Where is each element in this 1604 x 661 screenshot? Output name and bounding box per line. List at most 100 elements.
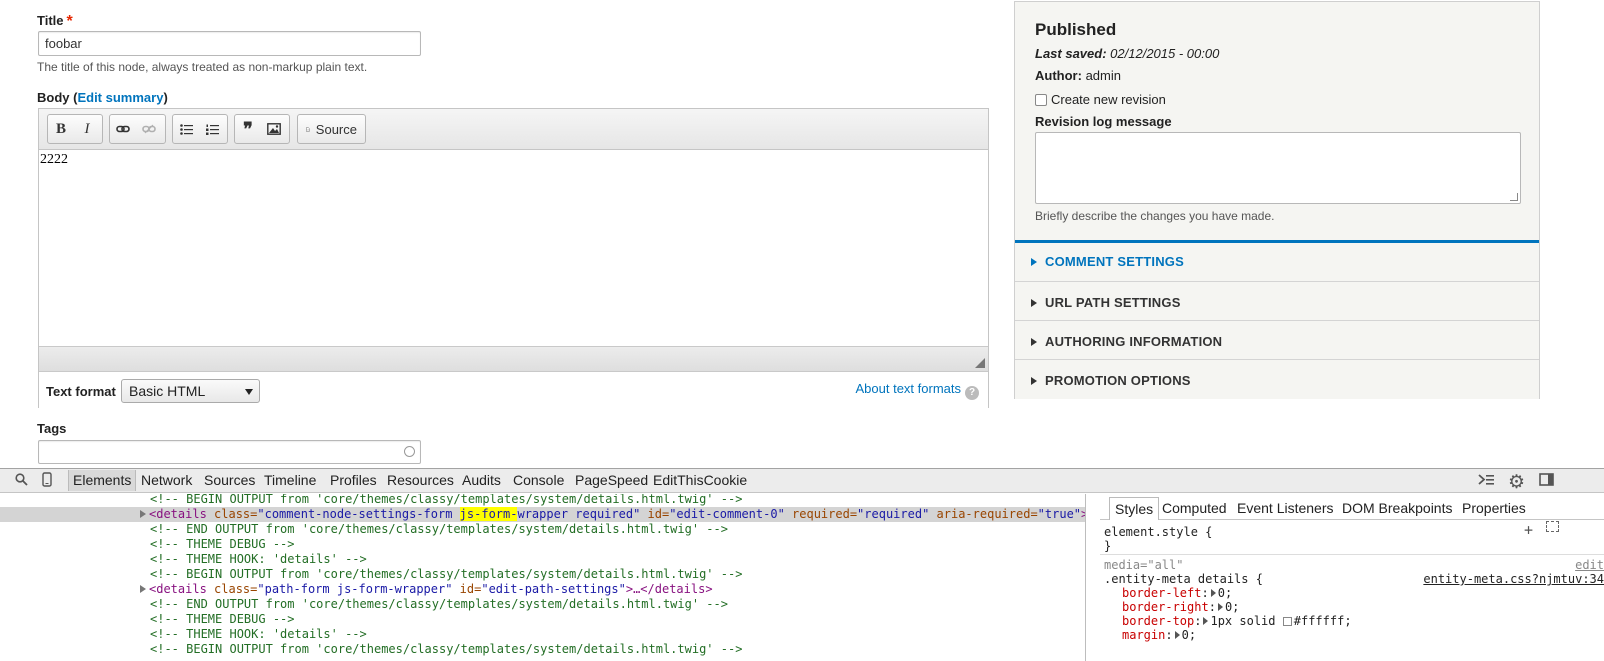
toolbar-group-link [109,114,166,144]
dom-line-selected[interactable]: <details class="comment-node-settings-fo… [0,507,1085,522]
tab-elements[interactable]: Elements [68,470,137,491]
dom-line[interactable]: <!-- BEGIN OUTPUT from 'core/themes/clas… [0,494,1085,507]
body-editor: B I ❞ Source 2222 Text format Basic HTML… [38,108,989,408]
tab-resources[interactable]: Resources [387,472,454,488]
tab-timeline[interactable]: Timeline [264,472,316,488]
dom-line[interactable]: <!-- THEME HOOK: 'details' --> [0,627,1085,642]
tab-styles[interactable]: Styles [1109,497,1160,520]
console-drawer-icon[interactable] [1478,473,1495,489]
image-button[interactable] [261,115,287,143]
bulleted-list-button[interactable] [173,115,199,143]
toolbar-group-format: B I [47,114,103,144]
style-property[interactable]: border-right: 0; [1122,600,1239,614]
create-revision-checkbox[interactable] [1035,94,1047,106]
tab-network[interactable]: Network [141,472,192,488]
style-property[interactable]: margin: 0; [1122,628,1196,642]
unlink-icon [142,124,156,134]
search-icon[interactable] [15,473,28,489]
color-swatch-icon[interactable] [1282,617,1292,626]
tags-input[interactable] [38,440,421,464]
about-text-formats-link[interactable]: About text formats [856,381,962,396]
publish-status: Published [1035,20,1117,39]
tab-profiles[interactable]: Profiles [330,472,377,488]
expand-triangle-icon[interactable] [1217,603,1223,611]
tab-pagespeed[interactable]: PageSpeed [575,472,648,488]
author-label: Author: [1035,68,1082,83]
text-format-select[interactable]: Basic HTML [121,379,260,403]
dom-line[interactable]: <!-- BEGIN OUTPUT from 'core/themes/clas… [0,642,1085,657]
tab-sources[interactable]: Sources [204,472,255,488]
edit-summary-link[interactable]: Edit summary [77,90,163,105]
create-revision-label[interactable]: Create new revision [1051,92,1166,107]
styles-pane: Styles Computed Event Listeners DOM Brea… [1100,494,1604,661]
italic-button[interactable]: I [74,115,100,143]
revision-log-label: Revision log message [1035,114,1172,129]
tab-properties[interactable]: Properties [1462,500,1526,516]
details-url-path-settings[interactable]: URL PATH SETTINGS [1015,281,1539,321]
triangle-right-icon [1031,338,1037,346]
about-text-formats: About text formats? [856,381,979,400]
dock-side-icon[interactable] [1539,473,1554,489]
source-icon [306,126,310,132]
revision-log-textarea[interactable] [1035,132,1521,204]
expand-triangle-icon[interactable] [140,510,146,518]
style-property[interactable]: border-top: 1px solid #ffffff; [1122,614,1352,628]
title-description: The title of this node, always treated a… [37,60,368,74]
chevron-down-icon [245,389,253,395]
dom-line[interactable]: <!-- END OUTPUT from 'core/themes/classy… [0,597,1085,612]
author: Author: admin [1035,68,1121,83]
last-saved-value: 02/12/2015 - 00:00 [1110,46,1220,61]
tab-computed[interactable]: Computed [1162,500,1227,516]
dom-line[interactable]: <!-- THEME HOOK: 'details' --> [0,552,1085,567]
dom-line[interactable]: <!-- THEME DEBUG --> [0,537,1085,552]
expand-triangle-icon[interactable] [1174,631,1180,639]
details-promotion-options[interactable]: PROMOTION OPTIONS [1015,359,1539,399]
url-path-settings-label: URL PATH SETTINGS [1045,295,1181,310]
edit-stylesheet-link[interactable]: edit [1575,558,1604,572]
tags-label: Tags [37,421,67,436]
authoring-information-label: AUTHORING INFORMATION [1045,334,1223,349]
add-style-rule-icon[interactable]: + [1524,521,1533,539]
stylesheet-source-link[interactable]: entity-meta.css?njmtuv:34 [1423,572,1604,586]
required-mark: * [66,13,73,30]
title-input[interactable]: foobar [38,31,421,56]
expand-triangle-icon[interactable] [140,585,146,593]
styles-tabbar: Styles Computed Event Listeners DOM Brea… [1100,496,1604,520]
element-style-selector[interactable]: element.style { [1104,525,1212,539]
dom-line[interactable]: <!-- THEME DEBUG --> [0,612,1085,627]
details-authoring-information[interactable]: AUTHORING INFORMATION [1015,320,1539,360]
unlink-button[interactable] [136,115,162,143]
tab-editthiscookie[interactable]: EditThisCookie [653,472,747,488]
revision-log-description: Briefly describe the changes you have ma… [1035,209,1275,223]
dom-line[interactable]: <!-- BEGIN OUTPUT from 'core/themes/clas… [0,567,1085,582]
rule-selector[interactable]: .entity-meta details { [1104,572,1263,586]
dom-line[interactable]: <details class="path-form js-form-wrappe… [0,582,1085,597]
element-state-icon[interactable] [1546,521,1559,532]
triangle-right-icon [1031,377,1037,385]
tab-dom-breakpoints[interactable]: DOM Breakpoints [1342,500,1452,516]
details-comment-settings[interactable]: COMMENT SETTINGS [1015,240,1539,280]
toolbar-group-media: ❞ [234,114,290,144]
bold-button[interactable]: B [48,115,74,143]
editor-content-area[interactable]: 2222 [39,150,988,346]
tab-console[interactable]: Console [513,472,564,488]
tab-audits[interactable]: Audits [462,472,501,488]
dom-tree: <!-- BEGIN OUTPUT from 'core/themes/clas… [0,494,1086,661]
blockquote-button[interactable]: ❞ [235,115,261,143]
resize-grip-icon[interactable] [975,358,985,368]
gear-icon[interactable]: ⚙ [1508,471,1525,494]
devtools-panel: Elements Network Sources Timeline Profil… [0,468,1604,661]
editor-content-text: 2222 [40,152,68,167]
textarea-resize-icon[interactable] [1510,193,1518,201]
numbered-list-button[interactable] [199,115,225,143]
device-mode-icon[interactable] [42,472,52,490]
style-property[interactable]: border-left: 0; [1122,586,1232,600]
source-button[interactable]: Source [297,114,366,144]
tab-event-listeners[interactable]: Event Listeners [1237,500,1334,516]
link-button[interactable] [110,115,136,143]
expand-triangle-icon[interactable] [1210,589,1216,597]
expand-triangle-icon[interactable] [1203,617,1209,625]
dom-line[interactable]: <!-- END OUTPUT from 'core/themes/classy… [0,522,1085,537]
help-icon[interactable]: ? [965,386,979,400]
numbered-list-icon [205,124,219,135]
